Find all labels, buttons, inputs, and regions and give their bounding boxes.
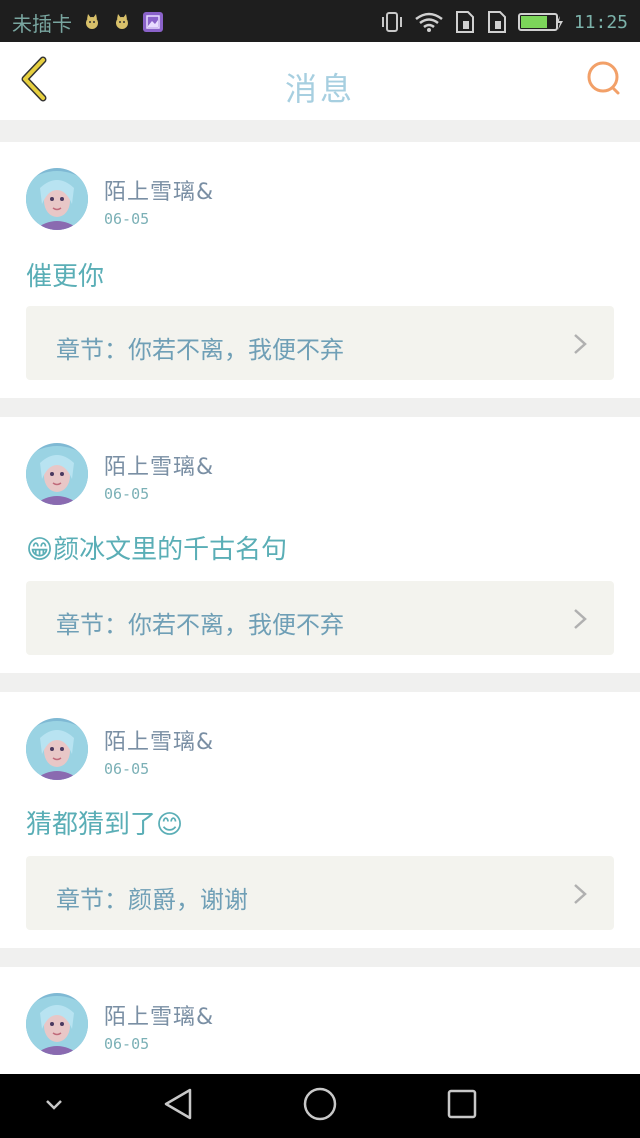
search-icon: [585, 59, 623, 101]
nav-home-button[interactable]: [298, 1074, 342, 1138]
chevron-right-icon: [572, 883, 588, 905]
chevron-down-icon: [44, 1097, 64, 1116]
chevron-right-icon: [572, 333, 588, 355]
gallery-icon: [142, 11, 164, 33]
sim-icon: [486, 10, 508, 34]
status-time: 11:25: [573, 11, 628, 33]
message-card: 陌上雪璃& 06-05 猜都猜到了😊 章节：颜爵，谢谢: [0, 692, 640, 948]
message-content: 催更你: [26, 262, 105, 292]
username: 陌上雪璃&: [104, 730, 215, 755]
username: 陌上雪璃&: [104, 180, 215, 205]
avatar[interactable]: [26, 168, 88, 230]
message-date: 06-05: [104, 485, 150, 503]
cat-notification-icon: [82, 12, 102, 32]
battery-icon: [517, 12, 564, 32]
cat-notification-icon: [112, 12, 132, 32]
chapter-label: 章节：你若不离，我便不弃: [56, 336, 344, 364]
nav-chevron-down[interactable]: [34, 1074, 74, 1138]
page-title: 消息: [284, 70, 355, 108]
message-card: 陌上雪璃& 06-05 催更你 章节：你若不离，我便不弃: [0, 142, 640, 398]
home-circle-icon: [302, 1086, 338, 1126]
message-content: 猜都猜到了😊: [26, 810, 184, 840]
carrier-label: 未插卡: [12, 11, 72, 36]
nav-back-button[interactable]: [156, 1074, 200, 1138]
chapter-label: 章节：颜爵，谢谢: [56, 886, 248, 914]
avatar[interactable]: [26, 993, 88, 1055]
username: 陌上雪璃&: [104, 1005, 215, 1030]
chapter-link[interactable]: 章节：你若不离，我便不弃: [26, 581, 614, 655]
message-date: 06-05: [104, 760, 150, 778]
status-right: 11:25: [380, 10, 628, 34]
status-left: 未插卡: [12, 10, 164, 36]
app-header: 消息: [0, 42, 640, 121]
avatar[interactable]: [26, 443, 88, 505]
chapter-label: 章节：你若不离，我便不弃: [56, 611, 344, 639]
message-date: 06-05: [104, 1035, 150, 1053]
message-card: 陌上雪璃& 06-05 😁颜冰文里的千古名句 章节：你若不离，我便不弃: [0, 417, 640, 673]
message-date: 06-05: [104, 210, 150, 228]
chapter-link[interactable]: 章节：你若不离，我便不弃: [26, 306, 614, 380]
sim-icon: [454, 10, 476, 34]
status-bar: 未插卡 11:25: [0, 0, 640, 42]
message-card: 陌上雪璃& 06-05: [0, 967, 640, 1074]
system-nav-bar: [0, 1074, 640, 1138]
avatar[interactable]: [26, 718, 88, 780]
chapter-link[interactable]: 章节：颜爵，谢谢: [26, 856, 614, 930]
message-content: 😁颜冰文里的千古名句: [26, 535, 288, 565]
message-list[interactable]: 陌上雪璃& 06-05 催更你 章节：你若不离，我便不弃 陌上雪璃& 06-05…: [0, 120, 640, 1074]
back-triangle-icon: [162, 1087, 194, 1125]
chevron-right-icon: [572, 608, 588, 630]
wifi-icon: [414, 11, 444, 33]
nav-recents-button[interactable]: [440, 1074, 484, 1138]
username: 陌上雪璃&: [104, 455, 215, 480]
search-button[interactable]: [584, 60, 624, 100]
vibrate-icon: [380, 11, 404, 33]
recents-square-icon: [446, 1088, 478, 1124]
